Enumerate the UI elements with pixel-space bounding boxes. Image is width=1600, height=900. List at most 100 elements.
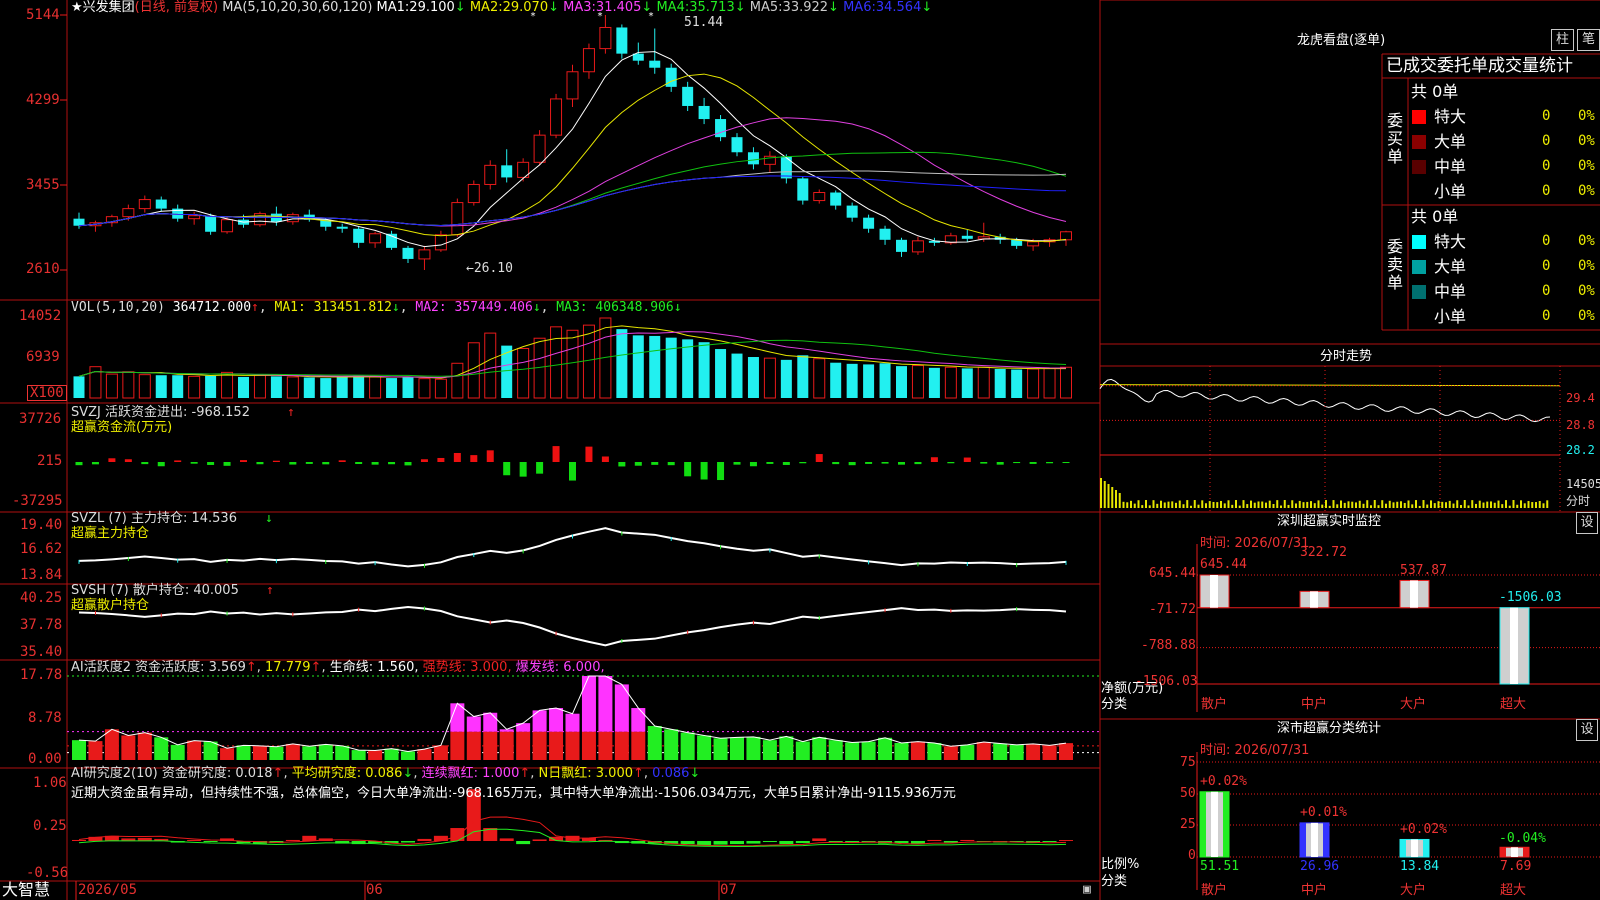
sz-class-chg: +0.02% xyxy=(1400,822,1447,837)
period-label[interactable]: (日线, 前复权) xyxy=(135,0,218,15)
ai-active-axis-label: 17.78 xyxy=(20,667,63,683)
volume-bar-up xyxy=(763,357,776,399)
research-bar-red xyxy=(499,838,514,841)
activity-bar xyxy=(121,735,136,760)
intraday-volume-bar xyxy=(1111,487,1114,508)
intraday-vol-unit: 分时 xyxy=(1566,494,1591,508)
sz-class-category: 超大 xyxy=(1500,883,1527,898)
fund-flow-bar-in xyxy=(437,457,445,462)
fund-flow-bar-out xyxy=(700,462,708,480)
bar-mode-button[interactable]: 柱 xyxy=(1551,29,1574,51)
price-axis-label: 5144 xyxy=(26,7,60,23)
candle-up xyxy=(188,215,201,220)
price-axis-label: 2610 xyxy=(26,261,60,277)
research-bar-red xyxy=(812,838,827,841)
activity-bar xyxy=(187,740,202,760)
intraday-axis-label: 28.8 xyxy=(1566,418,1595,432)
candle-down xyxy=(879,228,891,240)
activity-bar-green xyxy=(664,729,679,760)
vol-axis-label: 14052 xyxy=(19,308,62,324)
sz-class-pct: 7.69 xyxy=(1500,859,1532,874)
volume-bar-down xyxy=(797,355,809,398)
intraday-volume-bar xyxy=(1156,503,1159,508)
intraday-volume-bar xyxy=(1201,500,1204,508)
intraday-volume-bar xyxy=(1546,500,1549,508)
arrow-down-icon: ↓ xyxy=(402,766,414,781)
class-bar-edge xyxy=(1423,839,1429,857)
fund-flow-bar-out xyxy=(898,462,905,465)
activity-bar-red xyxy=(614,731,629,760)
ai-strong-line: 强势线: 3.000, xyxy=(422,660,512,675)
intraday-volume-bar xyxy=(1227,500,1230,508)
volume-bar-down xyxy=(780,359,792,398)
low-price-label: ←26.10 xyxy=(466,261,513,276)
sz-class-chg: -0.04% xyxy=(1499,831,1546,846)
intraday-volume-bar xyxy=(1283,500,1286,508)
activity-bar-red xyxy=(499,731,514,760)
intraday-volume-bar xyxy=(1250,500,1252,508)
intraday-volume-bar xyxy=(1336,504,1339,508)
sell-row-label: 大单 xyxy=(1434,257,1467,276)
research-bar-green xyxy=(1042,841,1057,843)
volume-bar-up xyxy=(253,374,266,399)
fund-flow-bar-in xyxy=(486,450,494,462)
intraday-volume-bar xyxy=(1542,503,1545,508)
dragon-heading: 已成交委托单成交量统计 xyxy=(1386,56,1573,76)
fund-flow-bar-out xyxy=(503,462,511,476)
candle-down xyxy=(402,247,414,259)
lock-icon[interactable]: ▣ xyxy=(1083,883,1091,897)
intraday-volume-bar xyxy=(1163,502,1166,508)
candle-down xyxy=(863,217,875,229)
sz-class-settings-button[interactable]: 设 xyxy=(1576,719,1598,741)
vol-unit-button[interactable]: X100 xyxy=(27,385,67,401)
intraday-volume-bar xyxy=(1103,481,1106,508)
price-axis-label: 4299 xyxy=(26,92,60,108)
volume-bar-up xyxy=(977,366,990,399)
activity-bar xyxy=(993,743,1008,760)
svzl-axis-label: 13.84 xyxy=(20,567,63,583)
fund-flow-bar-in xyxy=(174,460,182,462)
volume-bar-down xyxy=(632,335,644,398)
activity-bar xyxy=(894,742,909,760)
intraday-volume-bar xyxy=(1220,500,1222,508)
fund-flow-bar-out xyxy=(881,462,889,464)
candle-down xyxy=(896,239,907,252)
fund-flow-bar-in xyxy=(601,456,609,462)
sz-monitor-settings-button[interactable]: 设 xyxy=(1576,512,1598,534)
main-chart-canvas[interactable]: * * * xyxy=(0,0,1600,900)
buy-row-pct: 0% xyxy=(1578,108,1595,124)
volume-bar-up xyxy=(105,373,118,399)
fund-flow-bar-out xyxy=(799,462,807,464)
sz-class-category: 散户 xyxy=(1201,883,1228,898)
intraday-volume-bar xyxy=(1295,503,1297,508)
candle-down xyxy=(846,205,858,218)
intraday-volume-bar xyxy=(1148,505,1151,508)
buy-row-count: 0 xyxy=(1542,158,1551,174)
fund-flow-bar-out xyxy=(388,462,396,465)
fund-flow-bar-out xyxy=(848,462,856,466)
intraday-volume-bar xyxy=(1268,500,1271,508)
stock-name[interactable]: ★兴发集团 xyxy=(71,0,135,15)
intraday-volume-bar xyxy=(1141,505,1144,508)
activity-bar xyxy=(878,737,893,760)
activity-bar xyxy=(203,741,218,760)
fund-flow-bar-in xyxy=(470,455,478,462)
intraday-volume-bar xyxy=(1441,501,1444,508)
fund-flow-bar-out xyxy=(1029,462,1037,464)
fund-flow-bar-out xyxy=(223,462,231,466)
candle-down xyxy=(731,137,743,153)
intraday-volume-bar xyxy=(1317,500,1320,508)
intraday-volume-bar xyxy=(1126,502,1129,508)
research-bar-green xyxy=(943,841,958,843)
research-bar-green xyxy=(746,841,761,844)
ai-active-axis-label: 0.00 xyxy=(28,751,62,767)
class-bar-highlight xyxy=(1311,822,1318,857)
volume-bar-up xyxy=(813,358,826,399)
activity-bar-red xyxy=(565,731,580,760)
sz-class-time: 时间: 2026/07/31 xyxy=(1200,743,1310,758)
intraday-title: 分时走势 xyxy=(1320,349,1373,364)
fund-flow-bar-out xyxy=(947,462,955,464)
buy-row-pct: 0% xyxy=(1578,158,1595,174)
tick-mode-button[interactable]: 笔 xyxy=(1577,29,1600,51)
volume-bar-down xyxy=(320,378,332,398)
